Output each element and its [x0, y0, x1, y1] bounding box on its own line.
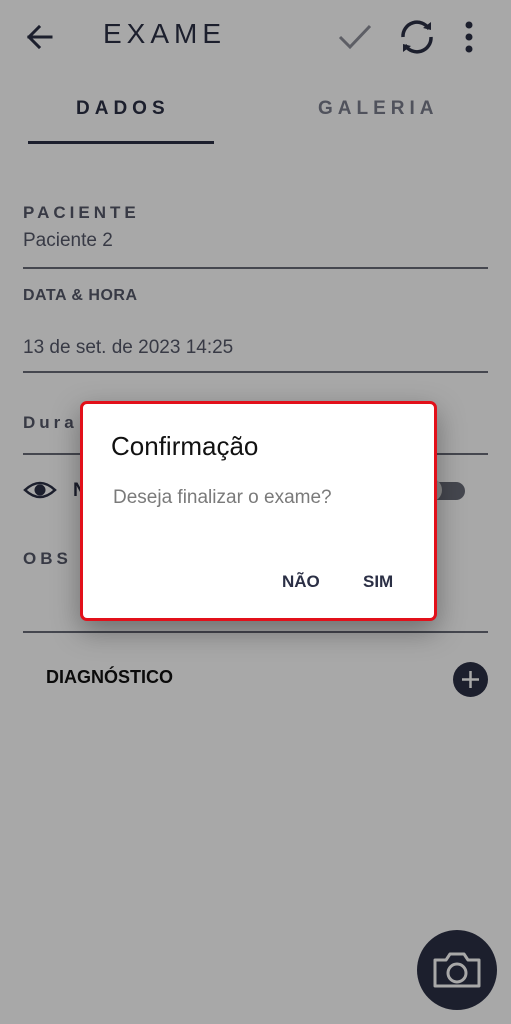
- dialog-title: Confirmação: [111, 431, 259, 461]
- yes-button[interactable]: SIM: [359, 570, 397, 594]
- confirmation-dialog: Confirmação Deseja finalizar o exame? NÃ…: [80, 401, 437, 621]
- dialog-message: Deseja finalizar o exame?: [113, 487, 332, 508]
- no-button[interactable]: NÃO: [278, 570, 324, 594]
